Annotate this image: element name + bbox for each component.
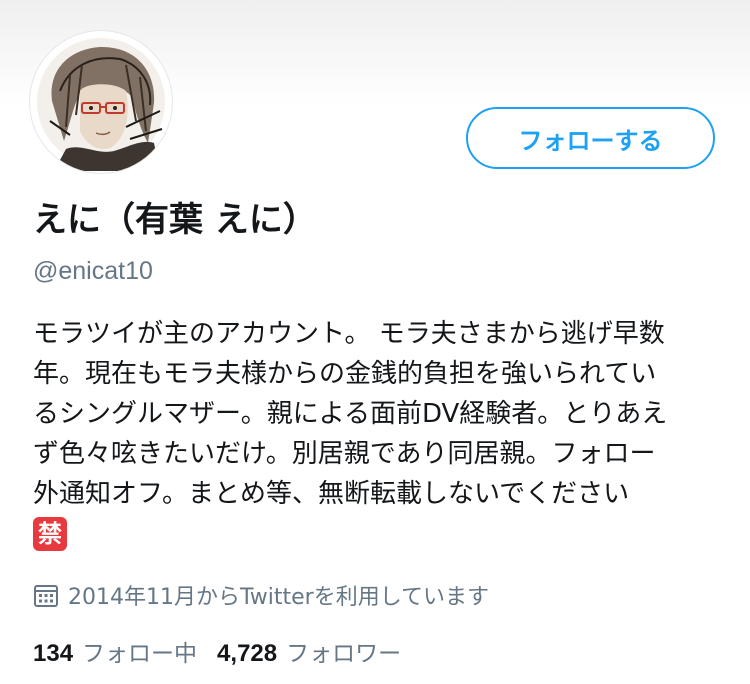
follow-button[interactable]: フォローする bbox=[466, 107, 715, 169]
followers-count: 4,728 bbox=[217, 640, 278, 667]
bio-line: モラツイが主のアカウント。 モラ夫さまから逃げ早数 bbox=[33, 319, 665, 349]
bio-line: 外通知オフ。まとめ等、無断転載しないでください bbox=[33, 479, 630, 509]
following-link[interactable]: 134 フォロー中 bbox=[33, 634, 197, 668]
join-date-text: 2014年11月からTwitterを利用しています bbox=[68, 585, 490, 610]
avatar-illustration-icon bbox=[37, 38, 165, 171]
profile-display-name: えに（有葉 えに） bbox=[33, 200, 317, 240]
join-date: 2014年11月からTwitterを利用しています bbox=[33, 577, 489, 613]
following-label: フォロー中 bbox=[82, 641, 198, 667]
bio-line: るシングルマザー。親による面前DV経験者。とりあえ bbox=[33, 399, 668, 429]
profile-bio: モラツイが主のアカウント。 モラ夫さまから逃げ早数 年。現在もモラ夫様からの金銭… bbox=[33, 314, 723, 554]
following-count: 134 bbox=[33, 640, 74, 667]
prohibited-emoji-icon: 禁 bbox=[33, 517, 67, 551]
profile-handle: @enicat10 bbox=[33, 257, 153, 285]
profile-stats: 134 フォロー中 4,728 フォロワー bbox=[33, 634, 421, 668]
bio-line: ず色々呟きたいだけ。別居親であり同居親。フォロー bbox=[33, 439, 656, 469]
avatar[interactable] bbox=[30, 31, 172, 173]
calendar-icon bbox=[34, 585, 58, 607]
bio-line: 年。現在もモラ夫様からの金銭的負担を強いられてい bbox=[33, 359, 657, 389]
followers-label: フォロワー bbox=[286, 641, 402, 667]
followers-link[interactable]: 4,728 フォロワー bbox=[217, 634, 401, 668]
